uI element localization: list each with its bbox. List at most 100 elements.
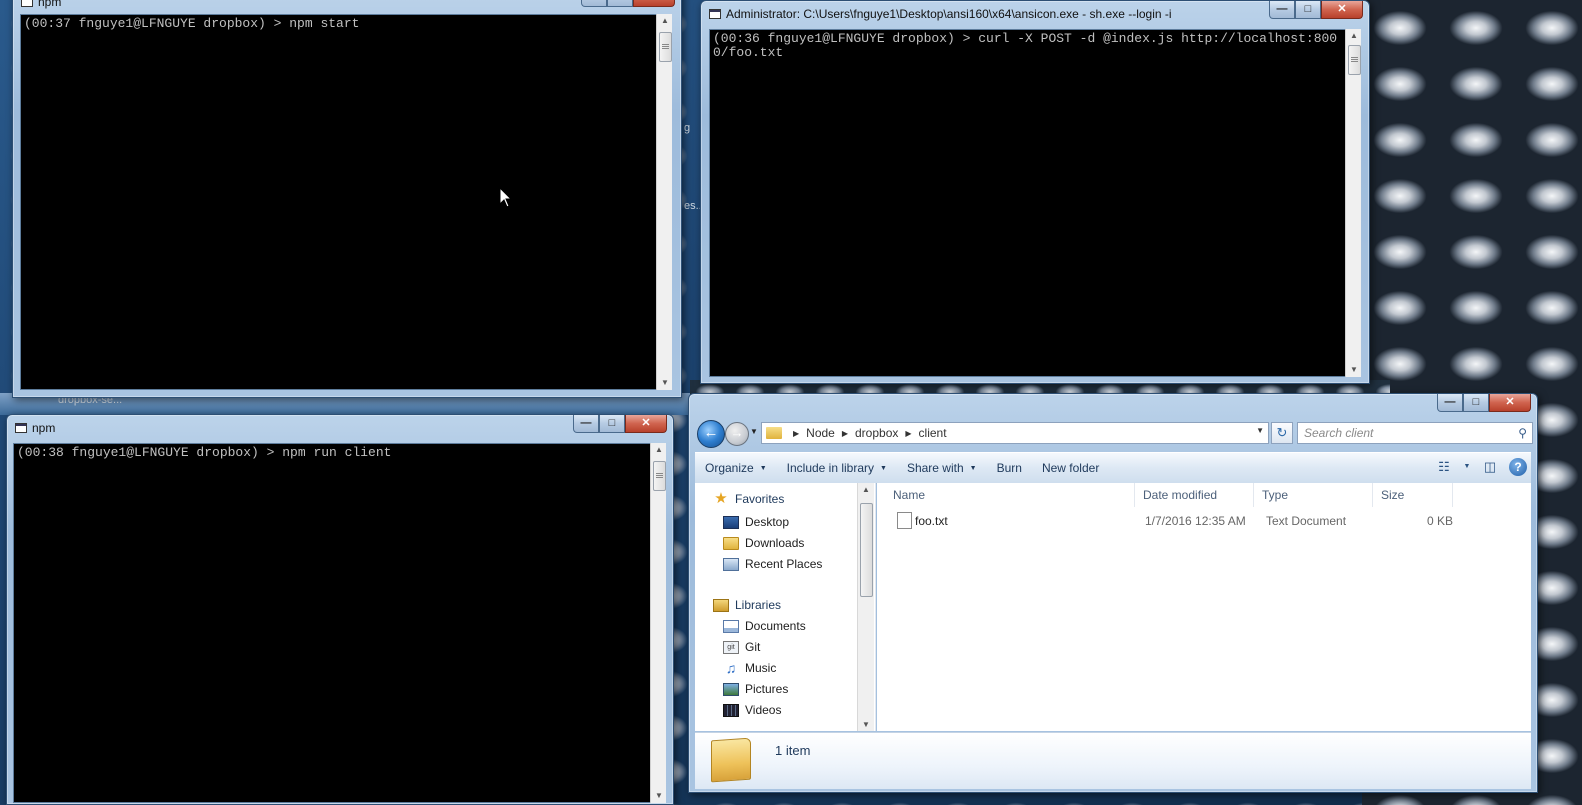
include-in-library-label: Include in library xyxy=(786,461,875,475)
preview-pane-icon[interactable]: ◫ xyxy=(1479,457,1501,477)
close-button[interactable]: ✕ xyxy=(633,0,675,7)
scroll-up-icon[interactable]: ▲ xyxy=(858,485,874,494)
folder-icon xyxy=(766,427,782,439)
window-title: npm xyxy=(32,421,56,435)
sidebar-item-videos[interactable]: Videos xyxy=(723,703,781,717)
chevron-down-icon: ▼ xyxy=(880,464,887,472)
burn-button[interactable]: Burn xyxy=(987,461,1032,475)
column-header-date-modified[interactable]: Date modified xyxy=(1135,483,1254,507)
scroll-down-icon[interactable]: ▼ xyxy=(651,789,667,803)
sidebar-item-music[interactable]: ♫ Music xyxy=(723,661,777,676)
help-icon[interactable]: ? xyxy=(1509,458,1527,476)
sidebar-item-label: Videos xyxy=(745,703,782,717)
address-row: ← → ▼ ▶ Node ▶ dropbox ▶ client ▼ ↻ Sear… xyxy=(695,418,1533,448)
caption-buttons: — □ ✕ xyxy=(1269,1,1363,19)
file-row[interactable]: foo.txt 1/7/2016 12:35 AM Text Document … xyxy=(877,510,1531,532)
nav-group-favorites[interactable]: ★ Favorites xyxy=(713,491,784,507)
chevron-down-icon: ▼ xyxy=(759,464,767,472)
scroll-up-icon[interactable]: ▲ xyxy=(657,14,673,28)
column-header-size[interactable]: Size xyxy=(1373,483,1453,507)
chevron-down-icon[interactable]: ▼ xyxy=(1463,457,1471,477)
recent-pages-dropdown-icon[interactable]: ▼ xyxy=(750,427,758,436)
scroll-down-icon[interactable]: ▼ xyxy=(657,376,673,390)
sidebar-item-recent-places[interactable]: Recent Places xyxy=(723,557,822,571)
new-folder-label: New folder xyxy=(1041,461,1100,475)
scroll-down-icon[interactable]: ▼ xyxy=(1346,363,1362,377)
chevron-right-icon[interactable]: ▶ xyxy=(842,429,848,438)
sidebar-item-label: Recent Places xyxy=(745,557,823,571)
organize-label: Organize xyxy=(705,461,754,475)
minimize-button[interactable]: — xyxy=(581,0,607,7)
console-output[interactable]: (00:36 fnguye1@LFNGUYE dropbox) > curl -… xyxy=(709,29,1347,377)
scroll-down-icon[interactable]: ▼ xyxy=(858,720,874,729)
scroll-thumb[interactable] xyxy=(860,503,873,597)
scroll-up-icon[interactable]: ▲ xyxy=(1346,29,1362,43)
share-with-label: Share with xyxy=(906,461,964,475)
chevron-right-icon[interactable]: ▶ xyxy=(905,429,911,438)
close-button[interactable]: ✕ xyxy=(1489,394,1531,412)
sidebar-item-label: Music xyxy=(745,661,777,675)
npm-client-window[interactable]: npm — □ ✕ (00:38 fnguye1@LFNGUYE dropbox… xyxy=(6,414,674,805)
maximize-button[interactable]: □ xyxy=(599,415,625,433)
sidebar-item-downloads[interactable]: Downloads xyxy=(723,536,804,550)
close-button[interactable]: ✕ xyxy=(625,415,667,433)
minimize-button[interactable]: — xyxy=(1437,394,1463,412)
explorer-window[interactable]: — □ ✕ ← → ▼ ▶ Node ▶ dropbox ▶ client ▼ … xyxy=(688,393,1538,793)
breadcrumb-client[interactable]: client xyxy=(919,426,947,440)
console-output[interactable]: (00:37 fnguye1@LFNGUYE dropbox) > npm st… xyxy=(20,14,665,390)
pictures-icon xyxy=(723,682,739,696)
window-title-bar[interactable]: npm xyxy=(15,419,543,437)
sidebar-item-pictures[interactable]: Pictures xyxy=(723,682,788,696)
chevron-right-icon[interactable]: ▶ xyxy=(793,429,799,438)
desktop-icon xyxy=(723,515,739,529)
file-name: foo.txt xyxy=(915,514,948,528)
refresh-icon[interactable]: ↻ xyxy=(1271,422,1293,444)
caption-buttons: — □ ✕ xyxy=(581,0,675,7)
scroll-thumb[interactable] xyxy=(653,461,666,491)
console-scrollbar[interactable]: ▲ ▼ xyxy=(1345,29,1361,377)
window-title-bar[interactable]: npm xyxy=(21,0,551,11)
column-header-type[interactable]: Type xyxy=(1254,483,1373,507)
close-button[interactable]: ✕ xyxy=(1321,1,1363,19)
search-icon[interactable]: ⚲ xyxy=(1518,426,1527,440)
scroll-thumb[interactable] xyxy=(659,32,672,62)
maximize-button[interactable]: □ xyxy=(1295,1,1321,19)
forward-arrow-icon[interactable]: → xyxy=(725,422,749,446)
scroll-thumb[interactable] xyxy=(1348,45,1361,75)
navigation-scrollbar[interactable]: ▲ ▼ xyxy=(857,483,874,731)
sidebar-item-git[interactable]: git Git xyxy=(723,640,760,654)
nav-group-label: Libraries xyxy=(735,598,782,612)
search-input[interactable]: Search client ⚲ xyxy=(1297,422,1533,444)
sidebar-item-documents[interactable]: Documents xyxy=(723,619,806,633)
window-title-bar[interactable]: Administrator: C:\Users\fnguye1\Desktop\… xyxy=(709,5,1239,23)
console-output[interactable]: (00:38 fnguye1@LFNGUYE dropbox) > npm ru… xyxy=(13,443,659,803)
include-in-library-button[interactable]: Include in library ▼ xyxy=(777,461,897,475)
text-file-icon xyxy=(897,512,912,529)
nav-group-libraries[interactable]: Libraries xyxy=(713,598,781,612)
admin-console-window[interactable]: Administrator: C:\Users\fnguye1\Desktop\… xyxy=(700,0,1370,384)
maximize-button[interactable]: □ xyxy=(607,0,633,7)
breadcrumb-dropbox[interactable]: dropbox xyxy=(855,426,898,440)
sidebar-item-desktop[interactable]: Desktop xyxy=(723,515,789,529)
new-folder-button[interactable]: New folder xyxy=(1032,461,1109,475)
console-scrollbar[interactable]: ▲ ▼ xyxy=(656,14,672,390)
console-scrollbar[interactable]: ▲ ▼ xyxy=(650,443,666,803)
minimize-button[interactable]: — xyxy=(1269,1,1295,19)
back-arrow-icon[interactable]: ← xyxy=(697,420,725,448)
maximize-button[interactable]: □ xyxy=(1463,394,1489,412)
sidebar-item-label: Desktop xyxy=(745,515,790,529)
change-view-icon[interactable]: ☷ xyxy=(1433,457,1455,477)
address-bar[interactable]: ▶ Node ▶ dropbox ▶ client ▼ xyxy=(761,422,1269,444)
recent-places-icon xyxy=(723,557,739,571)
console-app-icon xyxy=(709,9,721,19)
scroll-up-icon[interactable]: ▲ xyxy=(651,443,667,457)
sidebar-item-label: Pictures xyxy=(745,682,789,696)
column-header-name[interactable]: Name xyxy=(877,483,1135,507)
minimize-button[interactable]: — xyxy=(573,415,599,433)
address-dropdown-icon[interactable]: ▼ xyxy=(1256,426,1264,435)
git-library-icon: git xyxy=(723,640,739,654)
breadcrumb-node[interactable]: Node xyxy=(806,426,835,440)
npm-server-window[interactable]: npm — □ ✕ (00:37 fnguye1@LFNGUYE dropbox… xyxy=(12,0,682,398)
share-with-button[interactable]: Share with ▼ xyxy=(897,461,987,475)
organize-button[interactable]: Organize ▼ xyxy=(695,461,777,475)
